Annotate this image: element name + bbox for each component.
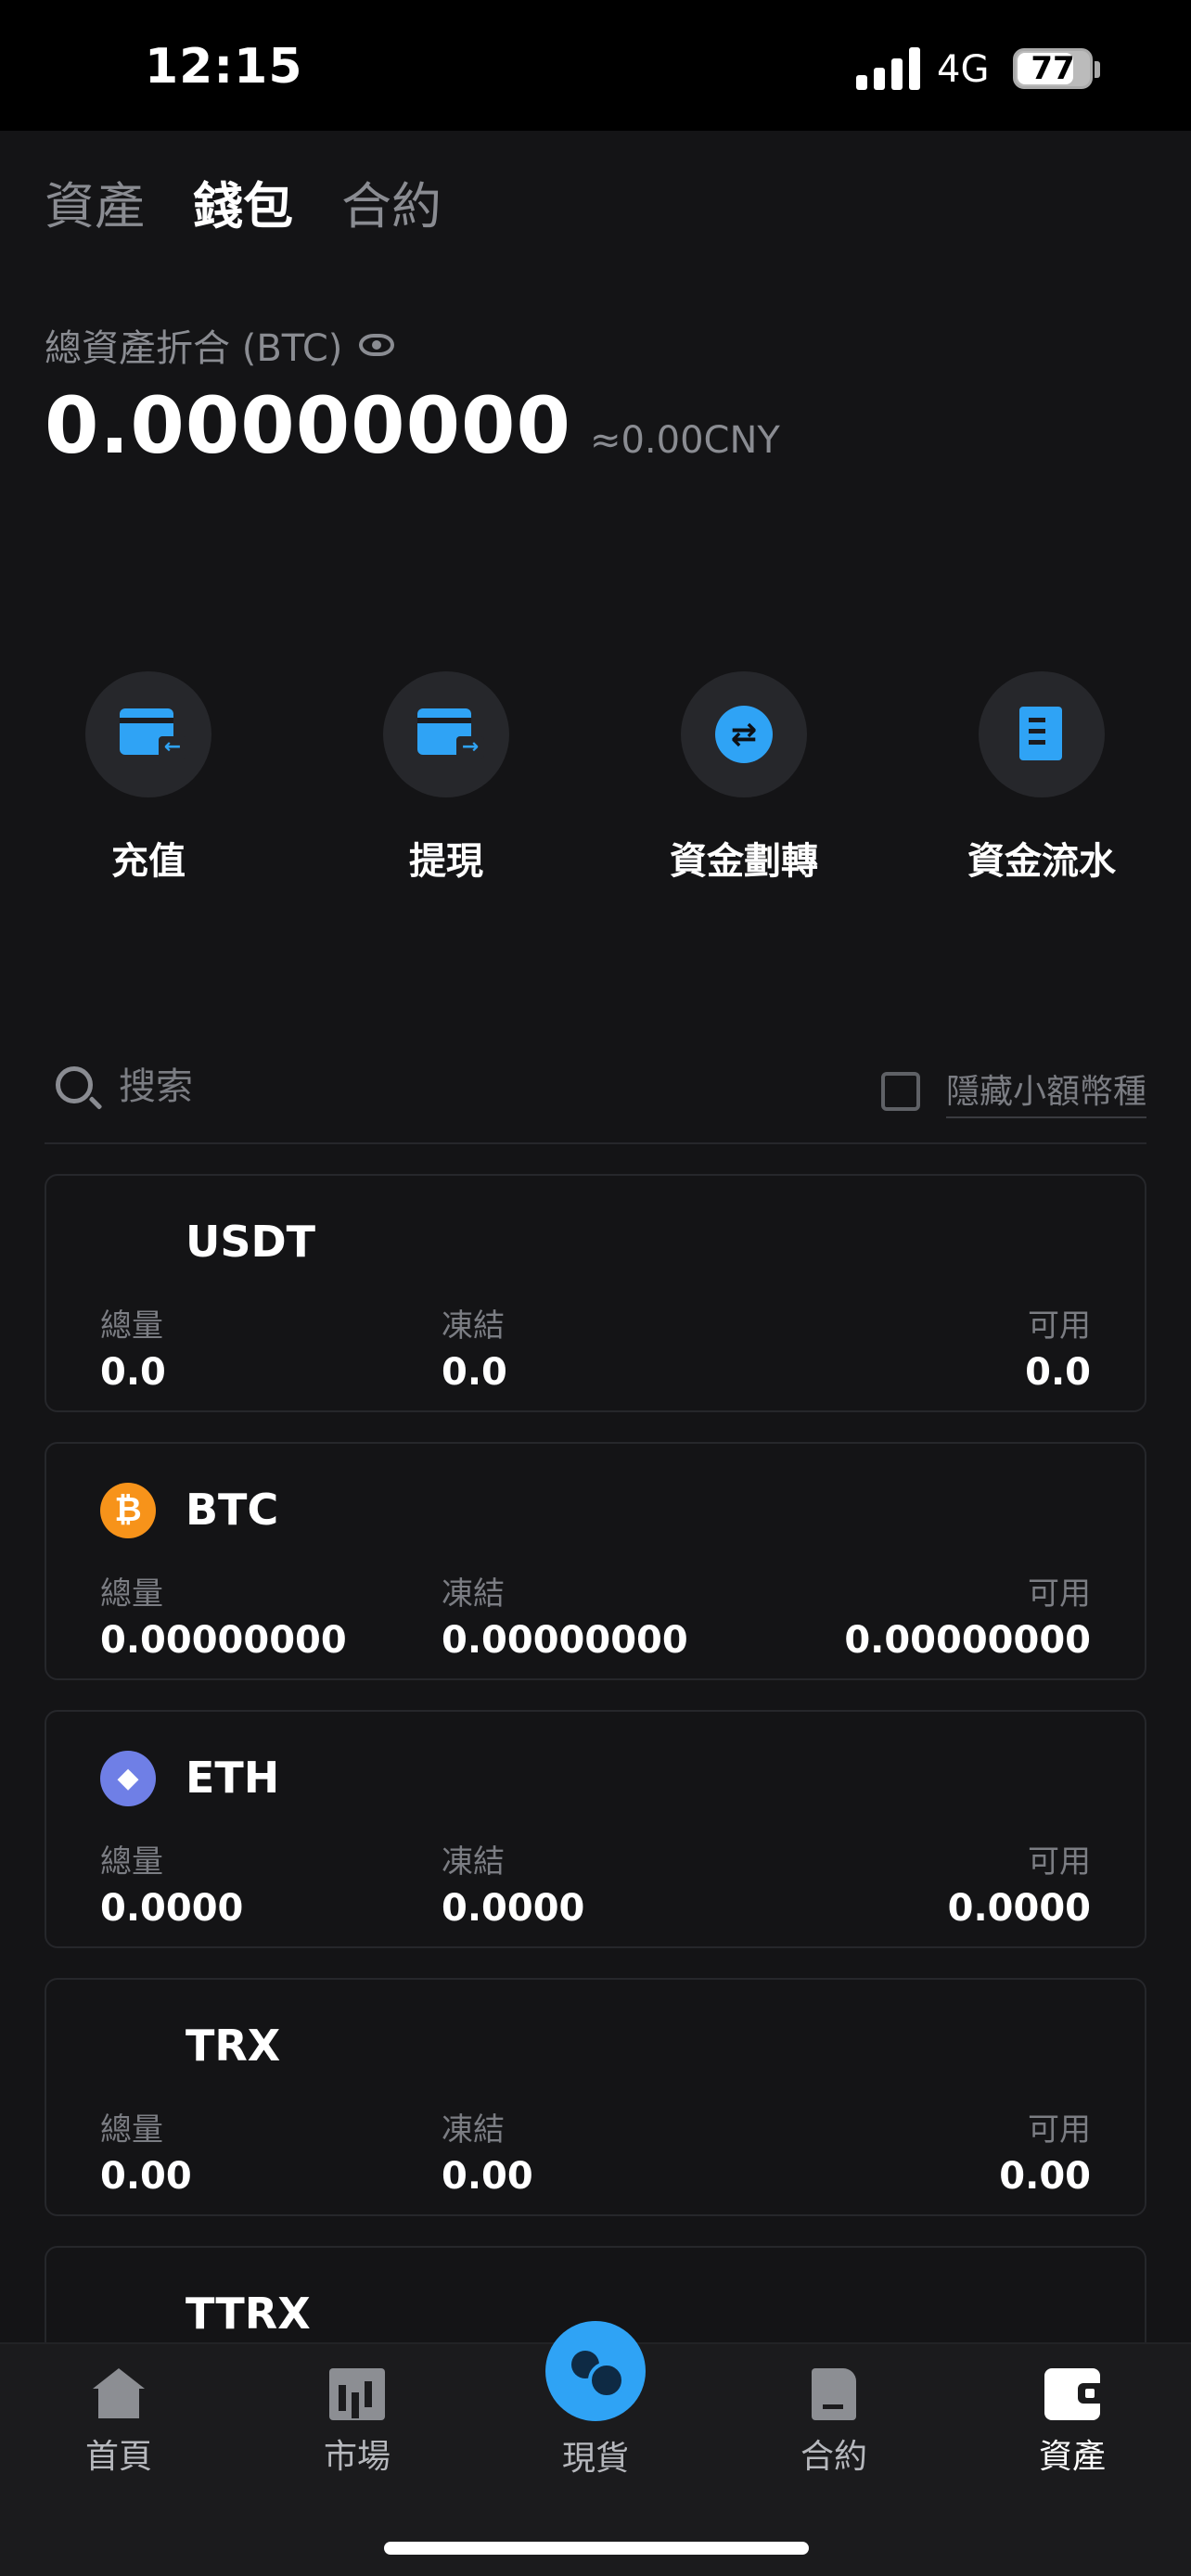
total-column: 總量 0.0	[100, 1300, 166, 1394]
nav-spot-label[interactable]: 現貨	[521, 2431, 670, 2480]
nav-contract-label: 合約	[800, 2438, 867, 2476]
available-label: 可用	[1028, 1307, 1091, 1345]
asset-card-trx[interactable]: TRX 總量 0.00 凍結 0.00 可用 0.00	[45, 1978, 1146, 2216]
ledger-label: 資金流水	[967, 840, 1116, 883]
available-column: 可用 0.0000	[948, 1836, 1091, 1930]
top-tabs: 資產 錢包 合約	[45, 165, 442, 238]
nav-assets-label: 資產	[1038, 2438, 1106, 2476]
signal-icon	[856, 47, 921, 90]
contract-icon	[812, 2368, 856, 2420]
deposit-icon: ←	[85, 671, 211, 797]
nav-assets[interactable]: 資產	[998, 2368, 1146, 2478]
transfer-button[interactable]: ⇄ 資金劃轉	[633, 671, 855, 885]
total-assets-label: 總資產折合 (BTC)	[45, 327, 343, 370]
transfer-icon: ⇄	[681, 671, 807, 797]
coin-name: ETH	[186, 1753, 280, 1803]
search-icon	[56, 1066, 93, 1103]
hide-small-checkbox[interactable]	[880, 1072, 920, 1111]
deposit-label: 充值	[111, 840, 186, 883]
available-column: 可用 0.00000000	[844, 1568, 1091, 1662]
total-label: 總量	[100, 1843, 163, 1881]
withdraw-icon: →	[383, 671, 509, 797]
frozen-column: 凍結 0.0000	[442, 1836, 584, 1930]
available-column: 可用 0.0	[1025, 1300, 1091, 1394]
deposit-button[interactable]: ← 充值	[37, 671, 260, 885]
tab-assets[interactable]: 資產	[45, 165, 145, 238]
home-indicator	[384, 2542, 809, 2555]
asset-list: USDT 總量 0.0 凍結 0.0 可用 0.0 ₿ BTC 總量 0.000…	[45, 1174, 1146, 2514]
total-assets-value: 0.00000000	[45, 380, 571, 471]
battery-icon: 77	[1013, 48, 1093, 89]
spot-icon[interactable]	[545, 2321, 646, 2421]
total-value: 0.00000000	[100, 1619, 347, 1662]
withdraw-label: 提現	[409, 840, 483, 883]
total-column: 總量 0.00	[100, 2104, 192, 2198]
frozen-value: 0.0	[442, 1351, 507, 1394]
frozen-value: 0.0000	[442, 1887, 585, 1930]
wallet-icon	[1044, 2368, 1100, 2420]
ledger-icon	[979, 671, 1105, 797]
status-bar: 12:15 4G 77	[0, 0, 1191, 131]
total-value: 0.00	[100, 2155, 192, 2198]
coin-name: BTC	[186, 1485, 279, 1535]
transfer-label: 資金劃轉	[670, 840, 818, 883]
frozen-label: 凍結	[442, 1307, 505, 1345]
eth-icon: ◆	[100, 1751, 156, 1806]
ledger-button[interactable]: 資金流水	[930, 671, 1153, 885]
frozen-label: 凍結	[442, 2111, 505, 2149]
total-assets-cny: ≈0.00CNY	[589, 419, 780, 462]
coin-name: USDT	[186, 1217, 316, 1267]
asset-card-btc[interactable]: ₿ BTC 總量 0.00000000 凍結 0.00000000 可用 0.0…	[45, 1442, 1146, 1680]
nav-market[interactable]: 市場	[283, 2368, 431, 2478]
total-label: 總量	[100, 1307, 163, 1345]
tab-wallet[interactable]: 錢包	[193, 165, 293, 238]
frozen-value: 0.00	[442, 2155, 533, 2198]
total-value: 0.0000	[100, 1887, 244, 1930]
network-label: 4G	[937, 48, 990, 91]
total-assets-row: 0.00000000 ≈0.00CNY	[45, 380, 780, 471]
battery-cap	[1095, 61, 1100, 78]
available-value: 0.00000000	[844, 1619, 1091, 1662]
withdraw-button[interactable]: → 提現	[335, 671, 557, 885]
total-label: 總量	[100, 1575, 163, 1613]
total-column: 總量 0.0000	[100, 1836, 243, 1930]
hide-small-label: 隱藏小額幣種	[945, 1065, 1146, 1118]
frozen-column: 凍結 0.00	[442, 2104, 533, 2198]
market-icon	[329, 2368, 385, 2420]
total-label: 總量	[100, 2111, 163, 2149]
available-label: 可用	[1028, 1843, 1091, 1881]
status-time: 12:15	[145, 39, 303, 95]
search-bar: 隱藏小額幣種	[45, 1057, 1146, 1144]
nav-home-label: 首頁	[84, 2438, 152, 2476]
frozen-label: 凍結	[442, 1575, 505, 1613]
frozen-column: 凍結 0.00000000	[442, 1568, 688, 1662]
available-value: 0.00	[999, 2155, 1091, 2198]
nav-home[interactable]: 首頁	[45, 2368, 193, 2478]
available-value: 0.0	[1025, 1351, 1091, 1394]
search-input[interactable]	[119, 1057, 583, 1116]
asset-card-usdt[interactable]: USDT 總量 0.0 凍結 0.0 可用 0.0	[45, 1174, 1146, 1412]
tab-contract[interactable]: 合約	[341, 165, 442, 238]
available-label: 可用	[1028, 1575, 1091, 1613]
frozen-column: 凍結 0.0	[442, 1300, 507, 1394]
frozen-value: 0.00000000	[442, 1619, 688, 1662]
coin-name: TRX	[186, 2021, 281, 2071]
available-column: 可用 0.00	[999, 2104, 1091, 2198]
total-value: 0.0	[100, 1351, 166, 1394]
action-buttons: ← 充值 → 提現 ⇄ 資金劃轉 資金流水	[0, 671, 1191, 894]
total-column: 總量 0.00000000	[100, 1568, 347, 1662]
nav-market-label: 市場	[323, 2438, 391, 2476]
eye-icon[interactable]	[359, 334, 395, 356]
home-icon	[91, 2368, 147, 2420]
total-assets-header: 總資產折合 (BTC)	[45, 318, 395, 372]
battery-level: 77	[1031, 50, 1075, 87]
available-label: 可用	[1028, 2111, 1091, 2149]
nav-contract[interactable]: 合約	[760, 2368, 908, 2478]
asset-card-eth[interactable]: ◆ ETH 總量 0.0000 凍結 0.0000 可用 0.0000	[45, 1710, 1146, 1948]
hide-small-toggle[interactable]: 隱藏小額幣種	[880, 1065, 1146, 1118]
frozen-label: 凍結	[442, 1843, 505, 1881]
coin-name: TTRX	[186, 2289, 311, 2339]
available-value: 0.0000	[947, 1887, 1091, 1930]
btc-icon: ₿	[100, 1483, 156, 1538]
